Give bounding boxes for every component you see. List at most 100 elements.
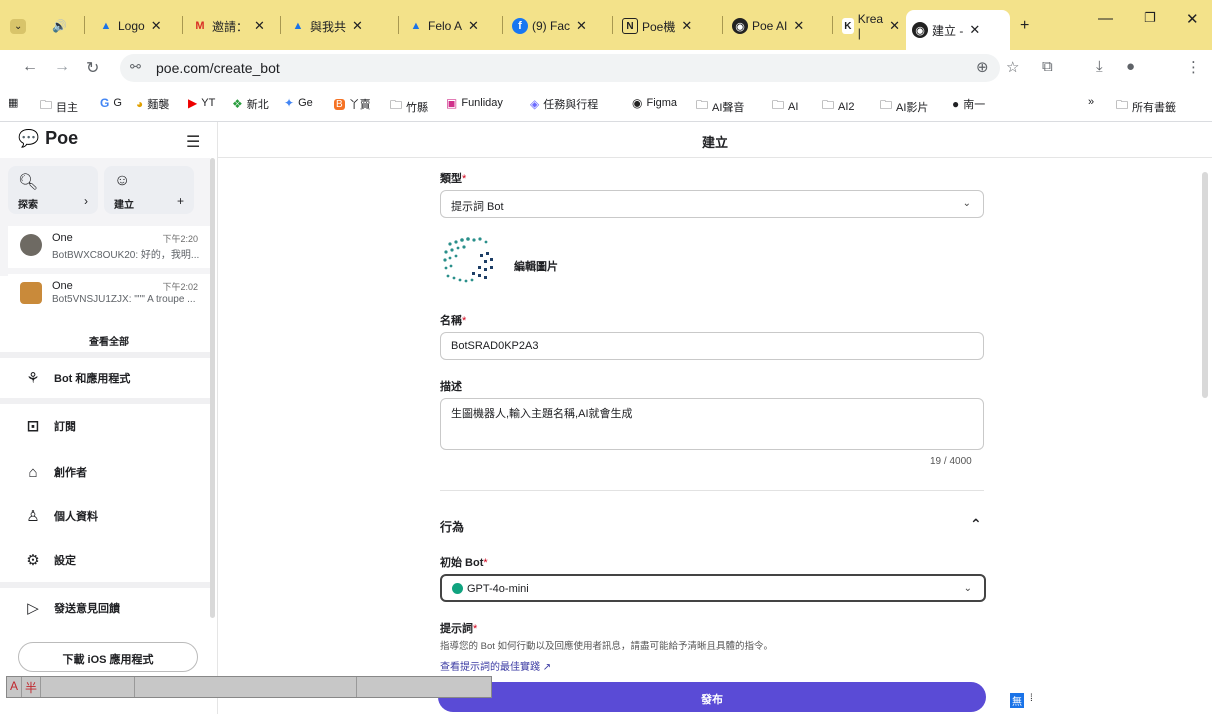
- tab-active[interactable]: ◉ 建立 - ✕: [906, 10, 1010, 50]
- globe-icon: ●: [952, 97, 960, 111]
- publish-button[interactable]: 發布: [438, 682, 986, 712]
- url-text[interactable]: poe.com/create_bot: [156, 60, 280, 76]
- all-bookmarks-folder[interactable]: 🗀 所有書籤: [1116, 96, 1176, 117]
- tab-2[interactable]: M 邀請： ✕: [186, 8, 276, 44]
- name-input[interactable]: BotSRAD0KP2A3: [440, 332, 984, 360]
- edit-image-link[interactable]: 編輯圖片: [514, 258, 558, 274]
- site-info-icon[interactable]: ⚯: [130, 59, 141, 75]
- hamburger-menu-icon[interactable]: ☰: [186, 132, 200, 152]
- explore-button[interactable]: 🔍︎ 探索 ›: [8, 166, 98, 214]
- bookmark-folder[interactable]: 🗀 AI聲音: [696, 96, 744, 117]
- google-icon: G: [100, 96, 110, 110]
- nav-bots-apps[interactable]: ⚘ Bot 和應用程式: [8, 358, 210, 398]
- nav-settings[interactable]: ⚙ 設定: [8, 540, 210, 580]
- menu-icon[interactable]: ⋮: [1186, 58, 1201, 76]
- ime-width[interactable]: 半: [22, 677, 42, 697]
- zoom-icon[interactable]: ⊕: [976, 58, 989, 76]
- bookmark-item[interactable]: B 丫賣: [334, 96, 371, 112]
- bookmark-item[interactable]: ◈ 任務與行程: [530, 96, 598, 112]
- tab-6[interactable]: N Poe機 ✕: [616, 8, 718, 44]
- forward-icon[interactable]: →: [54, 58, 70, 76]
- close-icon[interactable]: ✕: [889, 18, 900, 34]
- chat-item[interactable]: One 下午2:20 BotBWXC8OUK20: 好的，我明...: [8, 226, 210, 268]
- chevron-right-icon: ›: [84, 194, 88, 208]
- tab-1[interactable]: ▲ Logo ✕: [92, 8, 178, 44]
- chat-item[interactable]: One 下午2:02 Bot5VNSJU1ZJX: """ A troupe .…: [8, 274, 210, 316]
- base-bot-select[interactable]: GPT-4o-mini ⌄: [440, 574, 986, 602]
- ime-mode[interactable]: A: [7, 677, 23, 697]
- bot-image[interactable]: [440, 234, 496, 290]
- bookmark-item[interactable]: ▣ Funliday: [446, 96, 503, 110]
- prompt-label: 提示詞*: [440, 623, 478, 635]
- description-textarea[interactable]: 生圖機器人,輸入主題名稱,AI就會生成: [440, 398, 984, 450]
- nav-creators[interactable]: ⌂ 創作者: [8, 452, 210, 492]
- close-icon[interactable]: ✕: [576, 18, 587, 34]
- bookmark-item[interactable]: GG: [100, 96, 122, 110]
- audio-icon[interactable]: 🔊: [46, 8, 70, 44]
- omnibox[interactable]: ⚯ poe.com/create_bot: [120, 54, 1000, 82]
- poe-logo[interactable]: 💬 Poe: [18, 128, 78, 149]
- poe-icon: ◉: [732, 18, 748, 34]
- collapse-chevron-up-icon[interactable]: ⌃: [970, 516, 982, 533]
- settings-icon: ⚙: [26, 552, 40, 569]
- bookmark-item[interactable]: ◉ Figma: [632, 96, 677, 110]
- tab-8[interactable]: K Krea | ✕: [836, 8, 906, 44]
- prompt-best-practice-link[interactable]: 查看提示詞的最佳實踐 ↗: [440, 658, 551, 673]
- facebook-icon: f: [512, 18, 528, 34]
- close-icon[interactable]: ✕: [254, 18, 265, 34]
- restore-icon[interactable]: ❐: [1144, 10, 1156, 26]
- bookmark-folder[interactable]: 🗀 AI影片: [880, 96, 928, 117]
- bookmark-item[interactable]: ❖ 新北: [232, 96, 269, 112]
- close-icon[interactable]: ✕: [151, 18, 162, 34]
- tray-dots-icon[interactable]: ⁞: [1030, 693, 1033, 704]
- bookmark-folder[interactable]: 🗀 AI: [772, 96, 798, 117]
- reload-icon[interactable]: ↻: [86, 58, 99, 78]
- new-tab-button[interactable]: +: [1014, 8, 1040, 44]
- bookmark-item[interactable]: ◕ 麵襲: [136, 96, 169, 112]
- ime-toolbar: A 半: [6, 676, 492, 698]
- search-icon: 🔍︎: [18, 174, 39, 191]
- subscribe-icon: ⊡: [26, 418, 40, 435]
- profile-avatar-icon[interactable]: ●: [1126, 58, 1135, 75]
- bookmark-item[interactable]: ▶ YT: [188, 96, 215, 110]
- tab-4[interactable]: ▲ Felo A ✕: [402, 8, 498, 44]
- ime-tray-icon[interactable]: 無: [1010, 693, 1024, 708]
- bookmark-folder[interactable]: 🗀 竹縣: [390, 96, 428, 117]
- bookmark-folder[interactable]: 🗀 AI2: [822, 96, 855, 117]
- main-scrollbar[interactable]: [1202, 172, 1208, 398]
- bookmark-item[interactable]: ● 南一: [952, 96, 985, 112]
- extensions-icon[interactable]: ⧉: [1042, 58, 1053, 75]
- nav-profile[interactable]: ♙ 個人資料: [8, 496, 210, 536]
- close-icon[interactable]: ✕: [793, 18, 804, 34]
- minimize-icon[interactable]: —: [1098, 10, 1113, 27]
- sidebar-scrollbar[interactable]: [210, 158, 215, 618]
- bookmark-item[interactable]: ✦ Ge: [284, 96, 313, 110]
- tab-7[interactable]: ◉ Poe AI ✕: [726, 8, 828, 44]
- shop-icon: B: [334, 98, 345, 110]
- tab-5[interactable]: f (9) Fac ✕: [506, 8, 608, 44]
- close-window-icon[interactable]: ✕: [1186, 10, 1199, 28]
- bookmark-star-icon[interactable]: ☆: [1006, 58, 1019, 76]
- nav-feedback[interactable]: ▷ 發送意見回饋: [8, 588, 210, 628]
- bookmark-folder[interactable]: 🗀 目主: [40, 96, 78, 117]
- poe-icon: ◉: [912, 22, 928, 38]
- close-icon[interactable]: ✕: [352, 18, 363, 34]
- apps-grid-icon[interactable]: ▦: [8, 96, 18, 109]
- tab-search-button[interactable]: ⌄: [4, 8, 30, 44]
- page-title: 建立: [218, 122, 1212, 158]
- nav-subscribe[interactable]: ⊡ 訂閱: [8, 406, 210, 446]
- drive-icon: ▲: [410, 20, 422, 32]
- create-button[interactable]: ☺ 建立 +: [104, 166, 194, 214]
- drive-icon: ▲: [100, 20, 112, 32]
- tab-3[interactable]: ▲ 與我共 ✕: [284, 8, 394, 44]
- more-bookmarks-icon[interactable]: »: [1088, 96, 1094, 108]
- download-ios-button[interactable]: 下載 iOS 應用程式: [18, 642, 198, 672]
- type-select[interactable]: 提示詞 Bot ⌄: [440, 190, 984, 218]
- close-icon[interactable]: ✕: [468, 18, 479, 34]
- gmail-icon: M: [195, 20, 205, 32]
- download-icon[interactable]: ⤓: [1096, 58, 1103, 75]
- view-all-link[interactable]: 查看全部: [8, 326, 210, 352]
- close-icon[interactable]: ✕: [969, 22, 980, 38]
- back-icon[interactable]: ←: [22, 58, 38, 76]
- close-icon[interactable]: ✕: [681, 18, 692, 34]
